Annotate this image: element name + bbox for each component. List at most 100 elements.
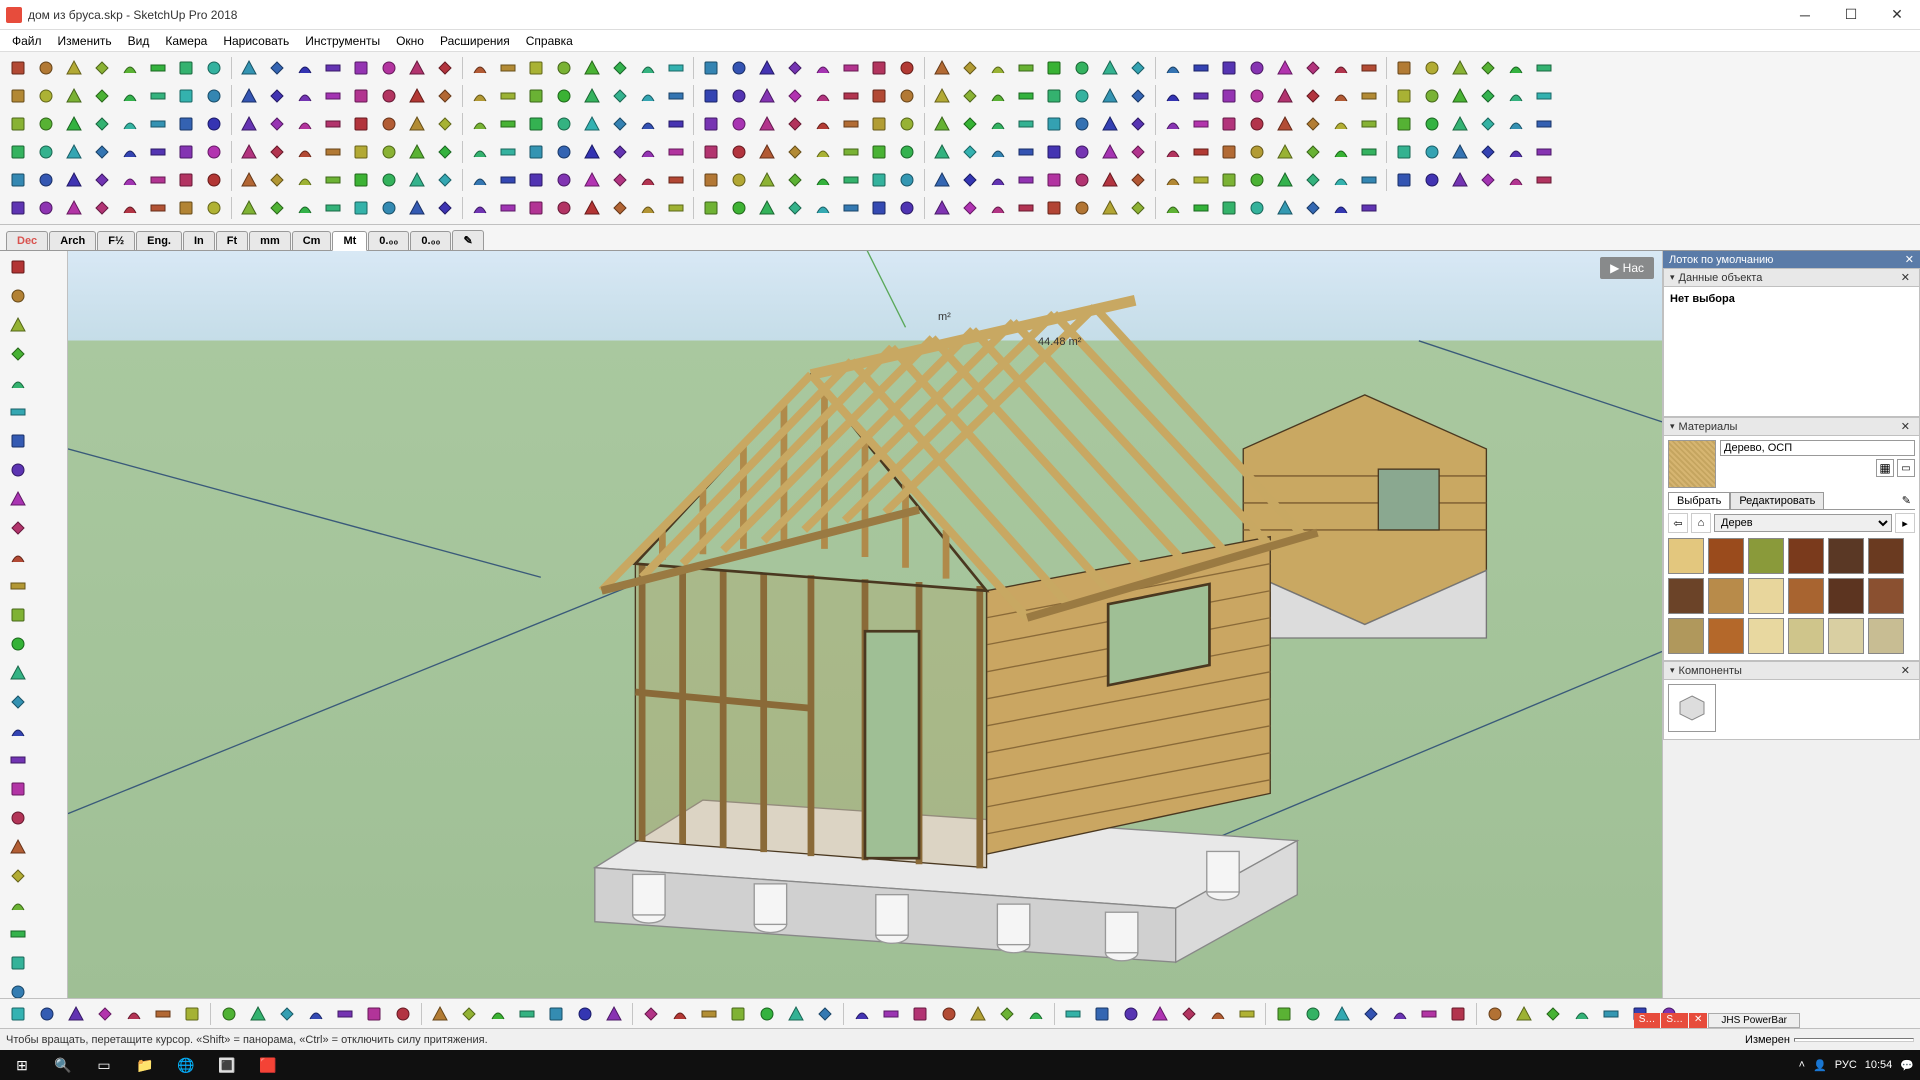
- plugin-powerbar[interactable]: JHS PowerBar: [1708, 1013, 1800, 1028]
- eyedropper-icon[interactable]: ✎: [1898, 492, 1915, 509]
- side-toolbar-button[interactable]: [3, 253, 33, 281]
- toolbar-button[interactable]: [432, 111, 458, 137]
- toolbar-button[interactable]: [1244, 139, 1270, 165]
- toolbar-button[interactable]: [1531, 139, 1557, 165]
- toolbar-button[interactable]: [698, 195, 724, 221]
- unit-tab-edit[interactable]: ✎: [452, 230, 483, 250]
- tray-notifications-icon[interactable]: 💬: [1900, 1059, 1914, 1072]
- viewport-3d[interactable]: m² 44.48 m² ▶ Нас: [68, 251, 1662, 998]
- side-toolbar-button[interactable]: [3, 543, 33, 571]
- toolbar-button[interactable]: [320, 139, 346, 165]
- toolbar-button[interactable]: [1272, 111, 1298, 137]
- toolbar-button[interactable]: [495, 111, 521, 137]
- toolbar-button[interactable]: [1160, 195, 1186, 221]
- toolbar-button[interactable]: [467, 167, 493, 193]
- toolbar-button[interactable]: [320, 167, 346, 193]
- toolbar-button[interactable]: [1013, 55, 1039, 81]
- toolbar-button[interactable]: [1244, 55, 1270, 81]
- toolbar-button[interactable]: [236, 83, 262, 109]
- material-swatch[interactable]: [1708, 538, 1744, 574]
- toolbar-button[interactable]: [1356, 111, 1382, 137]
- toolbar-button[interactable]: [635, 167, 661, 193]
- bottom-toolbar-button[interactable]: [150, 1001, 176, 1027]
- bottom-toolbar-button[interactable]: [1089, 1001, 1115, 1027]
- toolbar-button[interactable]: [1447, 167, 1473, 193]
- side-toolbar-button[interactable]: [3, 862, 33, 890]
- toolbar-button[interactable]: [929, 55, 955, 81]
- toolbar-button[interactable]: [894, 55, 920, 81]
- side-toolbar-button[interactable]: [3, 601, 33, 629]
- bottom-toolbar-button[interactable]: [274, 1001, 300, 1027]
- material-swatch[interactable]: [1868, 538, 1904, 574]
- toolbar-button[interactable]: [985, 111, 1011, 137]
- toolbar-button[interactable]: [404, 139, 430, 165]
- toolbar-button[interactable]: [866, 55, 892, 81]
- bottom-toolbar-button[interactable]: [1540, 1001, 1566, 1027]
- toolbar-button[interactable]: [1503, 139, 1529, 165]
- toolbar-button[interactable]: [929, 167, 955, 193]
- toolbar-button[interactable]: [985, 167, 1011, 193]
- toolbar-button[interactable]: [61, 167, 87, 193]
- bottom-toolbar-button[interactable]: [1416, 1001, 1442, 1027]
- toolbar-button[interactable]: [663, 139, 689, 165]
- side-toolbar-button[interactable]: [3, 688, 33, 716]
- material-swatch[interactable]: [1668, 618, 1704, 654]
- toolbar-button[interactable]: [1328, 111, 1354, 137]
- side-toolbar-button[interactable]: [3, 311, 33, 339]
- toolbar-button[interactable]: [579, 83, 605, 109]
- toolbar-button[interactable]: [1097, 55, 1123, 81]
- toolbar-button[interactable]: [376, 55, 402, 81]
- toolbar-button[interactable]: [1447, 139, 1473, 165]
- toolbar-button[interactable]: [33, 111, 59, 137]
- bottom-toolbar-button[interactable]: [1358, 1001, 1384, 1027]
- bottom-toolbar-button[interactable]: [1147, 1001, 1173, 1027]
- toolbar-button[interactable]: [810, 167, 836, 193]
- toolbar-button[interactable]: [1475, 139, 1501, 165]
- toolbar-button[interactable]: [236, 195, 262, 221]
- toolbar-button[interactable]: [866, 111, 892, 137]
- tray-clock[interactable]: 10:54: [1865, 1059, 1893, 1071]
- bottom-toolbar-button[interactable]: [179, 1001, 205, 1027]
- toolbar-button[interactable]: [467, 111, 493, 137]
- bottom-toolbar-button[interactable]: [5, 1001, 31, 1027]
- toolbar-button[interactable]: [1300, 195, 1326, 221]
- toolbar-button[interactable]: [985, 83, 1011, 109]
- menu-edit[interactable]: Изменить: [50, 32, 120, 50]
- back-icon[interactable]: ⇦: [1668, 513, 1688, 533]
- toolbar-button[interactable]: [201, 167, 227, 193]
- bottom-toolbar-button[interactable]: [1329, 1001, 1355, 1027]
- plugin-tab-2[interactable]: S…: [1661, 1013, 1688, 1028]
- toolbar-button[interactable]: [579, 55, 605, 81]
- bottom-toolbar-button[interactable]: [1445, 1001, 1471, 1027]
- toolbar-button[interactable]: [145, 55, 171, 81]
- toolbar-button[interactable]: [523, 167, 549, 193]
- toolbar-button[interactable]: [404, 195, 430, 221]
- toolbar-button[interactable]: [1244, 111, 1270, 137]
- toolbar-button[interactable]: [1447, 55, 1473, 81]
- toolbar-button[interactable]: [866, 83, 892, 109]
- unit-tab-prec1[interactable]: 0.₀₀: [368, 231, 409, 250]
- bottom-toolbar-button[interactable]: [1271, 1001, 1297, 1027]
- bottom-toolbar-button[interactable]: [965, 1001, 991, 1027]
- toolbar-button[interactable]: [348, 195, 374, 221]
- toolbar-button[interactable]: [838, 139, 864, 165]
- bottom-toolbar-button[interactable]: [456, 1001, 482, 1027]
- panel-close-icon[interactable]: ✕: [1898, 271, 1913, 284]
- toolbar-button[interactable]: [33, 55, 59, 81]
- app-icon[interactable]: 🔳: [207, 1050, 247, 1080]
- home-icon[interactable]: ⌂: [1691, 513, 1711, 533]
- toolbar-button[interactable]: [754, 139, 780, 165]
- toolbar-button[interactable]: [1272, 167, 1298, 193]
- toolbar-button[interactable]: [1097, 111, 1123, 137]
- toolbar-button[interactable]: [89, 55, 115, 81]
- toolbar-button[interactable]: [523, 83, 549, 109]
- toolbar-button[interactable]: [292, 195, 318, 221]
- toolbar-button[interactable]: [173, 167, 199, 193]
- measurement-input[interactable]: [1794, 1038, 1914, 1042]
- toolbar-button[interactable]: [1419, 55, 1445, 81]
- toolbar-button[interactable]: [173, 195, 199, 221]
- toolbar-button[interactable]: [957, 195, 983, 221]
- side-toolbar-button[interactable]: [3, 398, 33, 426]
- toolbar-button[interactable]: [635, 195, 661, 221]
- tray-people-icon[interactable]: 👤: [1813, 1059, 1827, 1072]
